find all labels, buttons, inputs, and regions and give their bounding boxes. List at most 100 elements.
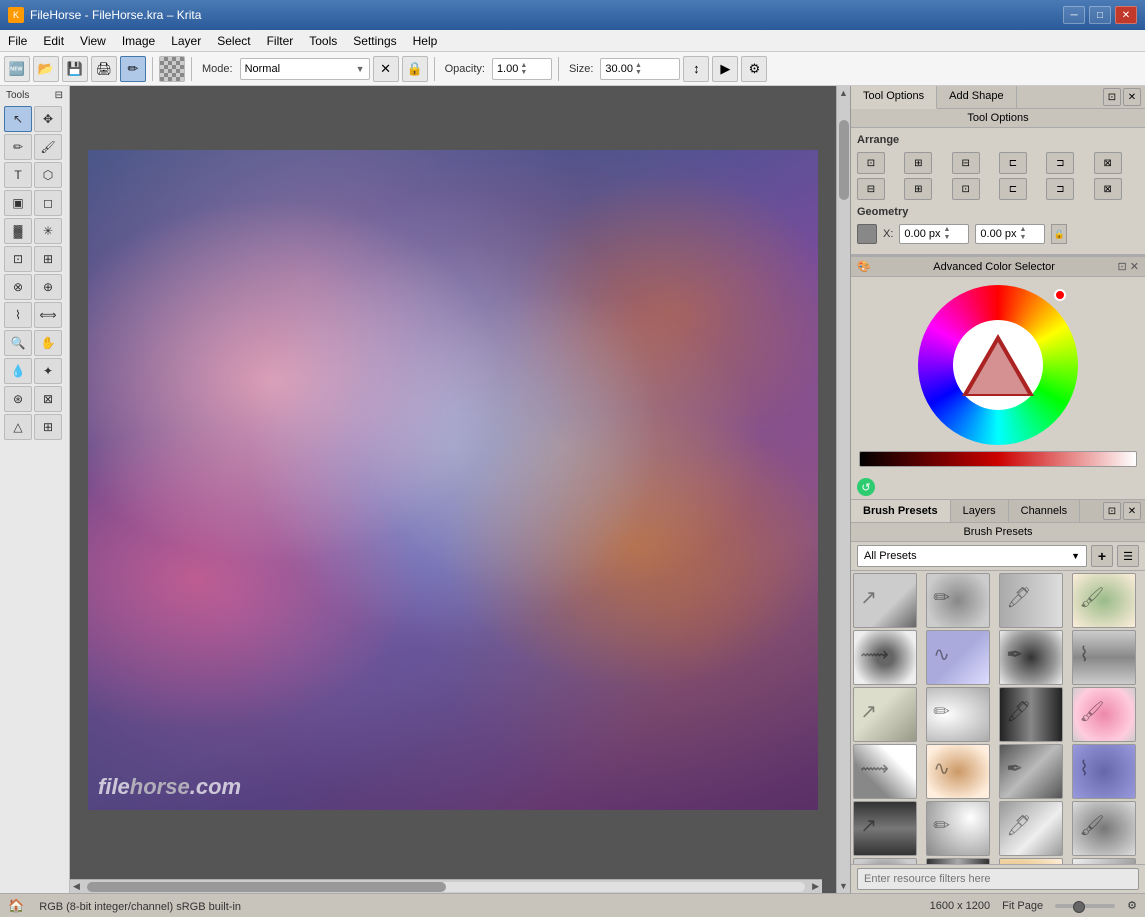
brush-item[interactable]: 🖊 [999, 573, 1063, 628]
align-bottom2-button[interactable]: ⊐ [1046, 178, 1074, 200]
open-button[interactable]: 📂 [33, 56, 59, 82]
resource-filter-input[interactable] [857, 868, 1139, 890]
brush-item[interactable]: ✏ [926, 687, 990, 742]
menu-image[interactable]: Image [114, 30, 163, 51]
align-center-h-button[interactable]: ⊞ [904, 152, 932, 174]
brush-item[interactable]: ∿ [926, 630, 990, 685]
fit-page-slider[interactable] [1055, 904, 1115, 908]
tool-text[interactable]: T [4, 162, 32, 188]
canvas-image[interactable]: filehorse.com [88, 150, 818, 810]
aspect-lock-button[interactable]: 🔒 [1051, 224, 1067, 244]
tool-grid[interactable]: ⊞ [34, 414, 62, 440]
x-input[interactable]: 0.00 px ▲ ▼ [899, 224, 969, 244]
settings-icon[interactable]: ⚙ [1127, 899, 1137, 912]
brush-item[interactable]: 🖊 [999, 801, 1063, 856]
tool-pan[interactable]: ✋ [34, 330, 62, 356]
tool-fill[interactable]: ▣ [4, 190, 32, 216]
color-wheel-container[interactable] [851, 277, 1145, 475]
brush-panel-close[interactable]: ✕ [1123, 502, 1141, 520]
vscroll-thumb[interactable] [839, 120, 849, 200]
align-right2-button[interactable]: ⊐ [1046, 152, 1074, 174]
menu-help[interactable]: Help [405, 30, 446, 51]
brush-item[interactable]: ✒ [999, 630, 1063, 685]
brush-item[interactable]: ∿ [926, 858, 990, 864]
canvas-hscrollbar[interactable]: ◀ ▶ [70, 879, 822, 893]
hscroll-left-arrow[interactable]: ◀ [70, 881, 83, 892]
menu-settings[interactable]: Settings [345, 30, 404, 51]
tool-shape[interactable]: ⬡ [34, 162, 62, 188]
opacity-spinbox[interactable]: 1.00 ▲ ▼ [492, 58, 552, 80]
tool-move[interactable]: ✥ [34, 106, 62, 132]
brush-item[interactable]: ⌇ [1072, 858, 1136, 864]
color-panel-close[interactable]: ✕ [1130, 260, 1139, 273]
brush-item[interactable]: ↗ [853, 801, 917, 856]
tool-freehand[interactable]: ✏ [4, 134, 32, 160]
tab-add-shape[interactable]: Add Shape [937, 86, 1016, 108]
brush-item[interactable]: ⟿ [853, 630, 917, 685]
tab-tool-options[interactable]: Tool Options [851, 86, 937, 109]
mirror-h-button[interactable]: ↕ [683, 56, 709, 82]
menu-filter[interactable]: Filter [259, 30, 302, 51]
x-up[interactable]: ▲ [944, 226, 951, 234]
tool-contiguous-sel[interactable]: ⊗ [4, 274, 32, 300]
brush-item[interactable]: ⌇ [1072, 744, 1136, 799]
brush-item[interactable]: ⟿ [853, 858, 917, 864]
tool-eyedrop[interactable]: 💧 [4, 358, 32, 384]
color-indicator-dot[interactable] [1054, 289, 1066, 301]
maximize-button[interactable]: □ [1089, 6, 1111, 24]
pattern-button[interactable] [159, 56, 185, 82]
tool-warp[interactable]: ⊛ [4, 386, 32, 412]
color-panel-float[interactable]: ⊡ [1118, 260, 1127, 273]
preserve-alpha[interactable]: 🔒 [402, 56, 428, 82]
brush-item[interactable]: ⌇ [1072, 630, 1136, 685]
align-bottom-button[interactable]: ⊡ [952, 178, 980, 200]
print-button[interactable]: 🖨 [91, 56, 117, 82]
geo-lock-icon[interactable] [857, 224, 877, 244]
tool-zoom[interactable]: 🔍 [4, 330, 32, 356]
size-down[interactable]: ▼ [635, 69, 642, 76]
float-button[interactable]: ⊡ [1103, 88, 1121, 106]
canvas-vscrollbar[interactable]: ▲ ▼ [836, 86, 850, 893]
menu-select[interactable]: Select [209, 30, 258, 51]
align-top-button[interactable]: ⊟ [857, 178, 885, 200]
y-down[interactable]: ▼ [1020, 234, 1027, 242]
hscroll-thumb[interactable] [87, 882, 446, 892]
hscroll-track[interactable] [87, 882, 805, 892]
brush-item[interactable]: ↗ [853, 573, 917, 628]
y-input[interactable]: 0.00 px ▲ ▼ [975, 224, 1045, 244]
close-panel-button[interactable]: ✕ [1123, 88, 1141, 106]
tool-similar-sel[interactable]: ⊕ [34, 274, 62, 300]
canvas-area[interactable]: filehorse.com ◀ ▶ [70, 86, 836, 893]
vscroll-down-arrow[interactable]: ▼ [837, 879, 850, 893]
color-wheel[interactable] [918, 285, 1078, 445]
brush-item[interactable]: 🖌 [1072, 801, 1136, 856]
brush-item[interactable]: ✏ [926, 801, 990, 856]
vscroll-up-arrow[interactable]: ▲ [837, 86, 850, 100]
align-fill-button[interactable]: ⊠ [1094, 152, 1122, 174]
tool-transform[interactable]: ⊞ [34, 246, 62, 272]
brush-item[interactable]: ✏ [926, 573, 990, 628]
align-fill2-button[interactable]: ⊠ [1094, 178, 1122, 200]
align-left-button[interactable]: ⊡ [857, 152, 885, 174]
brush-item[interactable]: 🖌 [1072, 573, 1136, 628]
opacity-down[interactable]: ▼ [520, 69, 527, 76]
erase-toggle[interactable]: ✕ [373, 56, 399, 82]
brush-item[interactable]: 🖊 [999, 687, 1063, 742]
tool-crop[interactable]: ⊡ [4, 246, 32, 272]
tab-brush-presets[interactable]: Brush Presets [851, 500, 951, 522]
tool-gradient[interactable]: ▓ [4, 218, 32, 244]
preset-menu-button[interactable]: ☰ [1117, 545, 1139, 567]
tool-paint[interactable]: 🖌 [34, 134, 62, 160]
refresh-button[interactable]: ↺ [857, 478, 875, 496]
menu-view[interactable]: View [72, 30, 114, 51]
tool-path-sel[interactable]: ⌇ [4, 302, 32, 328]
brush-item[interactable]: ↗ [853, 687, 917, 742]
add-preset-button[interactable]: + [1091, 545, 1113, 567]
tab-channels[interactable]: Channels [1009, 500, 1080, 522]
tool-measure[interactable]: ⟺ [34, 302, 62, 328]
tool-smart[interactable]: ✦ [34, 358, 62, 384]
align-center-v-button[interactable]: ⊞ [904, 178, 932, 200]
save-button[interactable]: 💾 [62, 56, 88, 82]
tool-select[interactable]: ↖ [4, 106, 32, 132]
toolbox-toggle[interactable]: ⊟ [55, 90, 63, 101]
